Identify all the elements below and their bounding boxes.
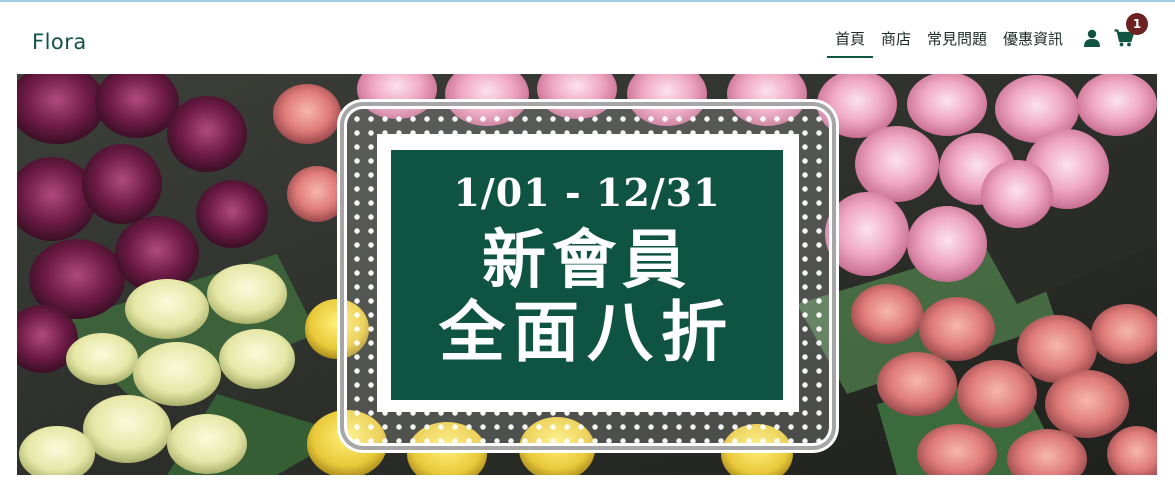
cart-count-badge: 1 xyxy=(1126,13,1148,35)
promo-date-range: 1/01 - 12/31 xyxy=(453,170,721,215)
hero-banner[interactable]: 1/01 - 12/31 新會員 全面八折 xyxy=(17,74,1157,475)
navbar: Flora 首頁 商店 常見問題 優惠資訊 xyxy=(0,2,1175,74)
nav-link-promotions[interactable]: 優惠資訊 xyxy=(995,26,1071,58)
brand-logo[interactable]: Flora xyxy=(32,30,87,54)
nav-link-shop[interactable]: 商店 xyxy=(873,26,919,58)
promo-panel: 1/01 - 12/31 新會員 全面八折 xyxy=(391,150,783,400)
promo-headline-line2: 全面八折 xyxy=(439,293,735,371)
nav-link-faq[interactable]: 常見問題 xyxy=(919,26,995,58)
nav-link-home[interactable]: 首頁 xyxy=(826,26,873,58)
nav-links: 首頁 商店 常見問題 優惠資訊 xyxy=(826,26,1071,58)
user-icon[interactable] xyxy=(1083,29,1103,49)
promo-headline-line1: 新會員 xyxy=(482,223,692,298)
